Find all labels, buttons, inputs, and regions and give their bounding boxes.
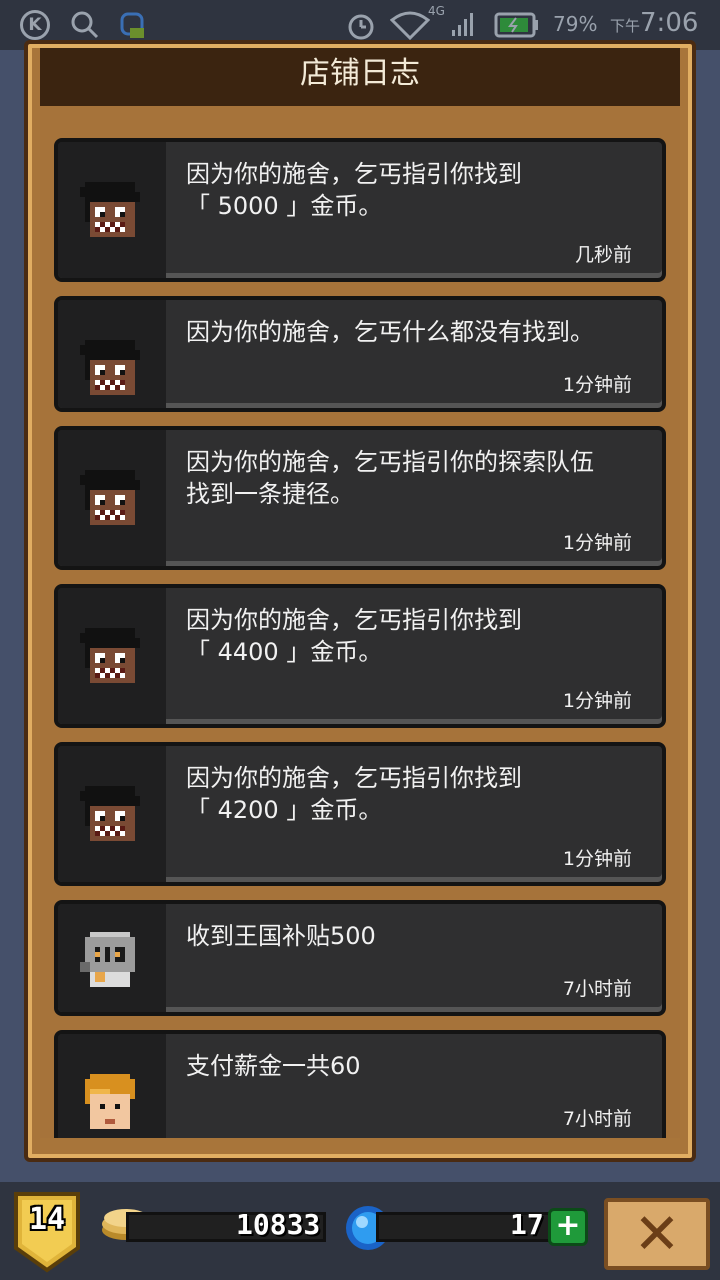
log-time: 7小时前: [562, 1108, 632, 1130]
log-time: 1分钟前: [562, 848, 632, 870]
signal-icon: [452, 13, 473, 36]
beggar-avatar-icon: [80, 182, 140, 237]
log-message-line1: 因为你的施舍，乞丐指引你找到: [186, 606, 522, 634]
gem-amount: 17: [510, 1208, 544, 1241]
avatar-frame: [58, 1034, 166, 1138]
search-icon: [71, 11, 99, 39]
add-gems-button[interactable]: +: [548, 1208, 588, 1246]
avatar-frame: [58, 904, 166, 1012]
network-type: 4G: [428, 4, 445, 18]
avatar-frame: [58, 142, 166, 278]
wifi-icon: [390, 11, 430, 40]
panel-title: 店铺日志: [300, 56, 420, 91]
avatar-frame: [58, 588, 166, 724]
app-k-icon: K: [20, 10, 50, 40]
close-icon: ✕: [633, 1202, 681, 1267]
log-message: 因为你的施舍，乞丐指引你的探索队伍 找到一条捷径。: [186, 446, 656, 510]
log-message-line2: 找到一条捷径。: [186, 480, 354, 508]
log-message-line1: 因为你的施舍，乞丐指引你找到: [186, 764, 522, 792]
log-time: 1分钟前: [562, 532, 632, 554]
avatar-frame: [58, 300, 166, 408]
log-message-line2: 「 4200 」金币。: [186, 796, 383, 824]
level-value: 14: [28, 1202, 66, 1237]
log-message: 支付薪金一共60: [186, 1050, 656, 1082]
log-time: 7小时前: [562, 978, 632, 1000]
panel-header: 店铺日志: [40, 48, 680, 106]
battery-percent: 79%: [553, 12, 598, 36]
close-button[interactable]: ✕: [604, 1198, 710, 1270]
clock: 下午7:06: [610, 8, 698, 38]
log-message-line1: 支付薪金一共60: [186, 1052, 361, 1080]
log-time: 1分钟前: [562, 374, 632, 396]
log-message: 因为你的施舍，乞丐指引你找到「 5000 」金币。: [186, 158, 656, 222]
time-value: 7:06: [640, 8, 699, 38]
avatar-frame: [58, 746, 166, 882]
knight-avatar-icon: [80, 932, 135, 987]
beggar-avatar-icon: [80, 786, 140, 841]
log-message-line1: 因为你的施舍，乞丐指引你找到: [186, 160, 522, 188]
log-message-line1: 因为你的施舍，乞丐指引你的探索队伍: [186, 448, 594, 476]
log-entry[interactable]: 因为你的施舍，乞丐指引你的探索队伍 找到一条捷径。 1分钟前: [54, 426, 666, 570]
log-message-line1: 收到王国补贴500: [186, 922, 376, 950]
log-entry[interactable]: 因为你的施舍，乞丐指引你找到「 4400 」金币。 1分钟前: [54, 584, 666, 728]
time-period: 下午: [610, 17, 641, 35]
battery-icon: [494, 12, 538, 38]
log-message: 收到王国补贴500: [186, 920, 656, 952]
log-time: 几秒前: [574, 244, 632, 266]
gold-amount: 10833: [236, 1208, 321, 1241]
alarm-icon: [348, 14, 374, 40]
log-message-line1: 因为你的施舍，乞丐什么都没有找到。: [186, 318, 594, 346]
log-entry[interactable]: 收到王国补贴500 7小时前: [54, 900, 666, 1016]
log-message-line2: 「 4400 」金币。: [186, 638, 383, 666]
log-message: 因为你的施舍，乞丐指引你找到「 4200 」金币。: [186, 762, 656, 826]
avatar-frame: [58, 430, 166, 566]
log-message: 因为你的施舍，乞丐什么都没有找到。: [186, 316, 656, 348]
log-list[interactable]: 因为你的施舍，乞丐指引你找到「 5000 」金币。 几秒前 因为你的施舍，乞丐什…: [40, 106, 680, 1138]
beggar-avatar-icon: [80, 470, 140, 525]
log-message: 因为你的施舍，乞丐指引你找到「 4400 」金币。: [186, 604, 656, 668]
blonde-worker-avatar-icon: [85, 1074, 135, 1129]
log-entry[interactable]: 支付薪金一共60 7小时前: [54, 1030, 666, 1138]
beggar-avatar-icon: [80, 340, 140, 395]
log-entry[interactable]: 因为你的施舍，乞丐什么都没有找到。 1分钟前: [54, 296, 666, 412]
beggar-avatar-icon: [80, 628, 140, 683]
log-entry[interactable]: 因为你的施舍，乞丐指引你找到「 5000 」金币。 几秒前: [54, 138, 666, 282]
log-time: 1分钟前: [562, 690, 632, 712]
notification-icon: [120, 12, 144, 38]
log-entry[interactable]: 因为你的施舍，乞丐指引你找到「 4200 」金币。 1分钟前: [54, 742, 666, 886]
log-message-line2: 「 5000 」金币。: [186, 192, 383, 220]
